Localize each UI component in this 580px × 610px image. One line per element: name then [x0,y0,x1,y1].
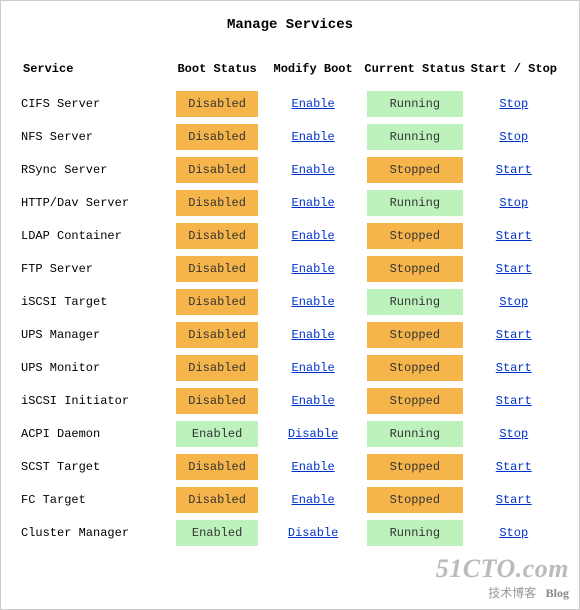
watermark-main: 51CTO.com [436,554,569,584]
enable-boot-link[interactable]: Enable [265,97,361,111]
enable-boot-link[interactable]: Enable [265,361,361,375]
service-name: NFS Server [21,124,169,150]
boot-status-badge: Enabled [176,421,258,447]
current-status-badge: Stopped [367,223,463,249]
table-row: iSCSI Target Disabled Enable Running Stop [21,289,559,315]
current-status-badge: Running [367,91,463,117]
service-name: SCST Target [21,454,169,480]
current-status-badge: Stopped [367,256,463,282]
start-service-link[interactable]: Start [469,328,559,342]
current-status-badge: Stopped [367,322,463,348]
stop-service-link[interactable]: Stop [469,130,559,144]
current-status-badge: Running [367,190,463,216]
column-header-boot-status: Boot Status [169,58,265,84]
current-status-badge: Stopped [367,454,463,480]
enable-boot-link[interactable]: Enable [265,328,361,342]
service-name: FC Target [21,487,169,513]
service-name: RSync Server [21,157,169,183]
page-title: Manage Services [21,17,559,33]
service-name: HTTP/Dav Server [21,190,169,216]
stop-service-link[interactable]: Stop [469,427,559,441]
enable-boot-link[interactable]: Enable [265,196,361,210]
enable-boot-link[interactable]: Enable [265,130,361,144]
current-status-badge: Stopped [367,157,463,183]
start-service-link[interactable]: Start [469,229,559,243]
table-row: UPS Manager Disabled Enable Stopped Start [21,322,559,348]
table-row: FC Target Disabled Enable Stopped Start [21,487,559,513]
stop-service-link[interactable]: Stop [469,196,559,210]
table-row: HTTP/Dav Server Disabled Enable Running Stop [21,190,559,216]
table-row: SCST Target Disabled Enable Stopped Start [21,454,559,480]
service-name: LDAP Container [21,223,169,249]
boot-status-badge: Enabled [176,520,258,546]
current-status-badge: Running [367,520,463,546]
current-status-badge: Running [367,289,463,315]
table-row: CIFS Server Disabled Enable Running Stop [21,91,559,117]
column-header-start-stop: Start / Stop [469,58,559,84]
column-header-modify-boot: Modify Boot [265,58,361,84]
watermark-sub: 技术博客 Blog [436,584,569,601]
service-name: FTP Server [21,256,169,282]
boot-status-badge: Disabled [176,322,258,348]
enable-boot-link[interactable]: Enable [265,493,361,507]
enable-boot-link[interactable]: Enable [265,229,361,243]
service-name: CIFS Server [21,91,169,117]
table-row: RSync Server Disabled Enable Stopped Start [21,157,559,183]
service-name: UPS Monitor [21,355,169,381]
current-status-badge: Running [367,124,463,150]
enable-boot-link[interactable]: Enable [265,295,361,309]
table-row: UPS Monitor Disabled Enable Stopped Start [21,355,559,381]
start-service-link[interactable]: Start [469,262,559,276]
service-name: iSCSI Target [21,289,169,315]
disable-boot-link[interactable]: Disable [265,526,361,540]
boot-status-badge: Disabled [176,157,258,183]
table-row: NFS Server Disabled Enable Running Stop [21,124,559,150]
start-service-link[interactable]: Start [469,493,559,507]
service-name: ACPI Daemon [21,421,169,447]
boot-status-badge: Disabled [176,388,258,414]
service-name: UPS Manager [21,322,169,348]
stop-service-link[interactable]: Stop [469,97,559,111]
stop-service-link[interactable]: Stop [469,526,559,540]
table-row: iSCSI Initiator Disabled Enable Stopped Star… [21,388,559,414]
current-status-badge: Stopped [367,388,463,414]
boot-status-badge: Disabled [176,487,258,513]
service-name: Cluster Manager [21,520,169,546]
start-service-link[interactable]: Start [469,460,559,474]
enable-boot-link[interactable]: Enable [265,460,361,474]
boot-status-badge: Disabled [176,289,258,315]
column-header-service: Service [21,58,169,84]
watermark: 51CTO.com 技术博客 Blog [436,554,569,601]
current-status-badge: Stopped [367,487,463,513]
boot-status-badge: Disabled [176,124,258,150]
enable-boot-link[interactable]: Enable [265,262,361,276]
stop-service-link[interactable]: Stop [469,295,559,309]
table-row: ACPI Daemon Enabled Disable Running Stop [21,421,559,447]
current-status-badge: Running [367,421,463,447]
table-row: Cluster Manager Enabled Disable Running Stop [21,520,559,546]
column-header-current-status: Current Status [361,58,468,84]
start-service-link[interactable]: Start [469,394,559,408]
table-row: LDAP Container Disabled Enable Stopped Start [21,223,559,249]
enable-boot-link[interactable]: Enable [265,394,361,408]
start-service-link[interactable]: Start [469,163,559,177]
table-row: FTP Server Disabled Enable Stopped Start [21,256,559,282]
boot-status-badge: Disabled [176,454,258,480]
boot-status-badge: Disabled [176,91,258,117]
boot-status-badge: Disabled [176,355,258,381]
boot-status-badge: Disabled [176,256,258,282]
disable-boot-link[interactable]: Disable [265,427,361,441]
service-name: iSCSI Initiator [21,388,169,414]
start-service-link[interactable]: Start [469,361,559,375]
enable-boot-link[interactable]: Enable [265,163,361,177]
current-status-badge: Stopped [367,355,463,381]
boot-status-badge: Disabled [176,223,258,249]
services-table: Service Boot Status Modify Boot Current … [21,51,559,553]
boot-status-badge: Disabled [176,190,258,216]
